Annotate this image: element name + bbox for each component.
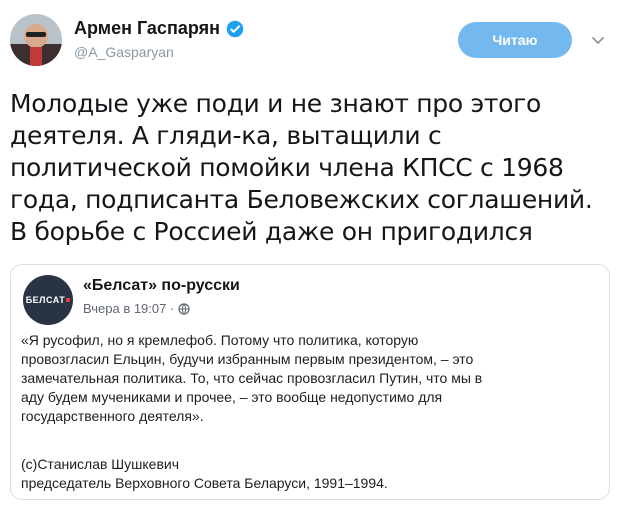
chevron-down-icon[interactable] (590, 32, 606, 48)
author-name-text: Армен Гаспарян (74, 18, 220, 38)
embed-signature-line: председатель Верховного Совета Беларуси,… (21, 475, 388, 491)
tweet-text-line: Молодые уже поди и не знают про этого (10, 89, 542, 118)
belsat-logo-text: БЕЛСАТ (25, 295, 66, 305)
embed-body-line: аду будем мучениками и прочее, – это воо… (21, 389, 443, 405)
embed-body-line: «Я русофил, но я кремлефоб. Потому что п… (21, 332, 419, 348)
tweet-text-line: политической помойки члена КПСС с 1968 (10, 153, 564, 182)
embed-signature: (c)Станислав Шушкевич председатель Верхо… (21, 455, 601, 493)
tweet-text-line: деятеля. А гляди-ка, вытащили с (10, 121, 442, 150)
tweet: Армен Гаспарян @A_Gasparyan Читаю Молоды… (0, 0, 634, 507)
belsat-logo[interactable]: БЕЛСАТ (23, 275, 73, 325)
tweet-text-line: В борьбе с Россией даже он пригодился (10, 217, 533, 246)
tweet-text-line: года, подписанта Беловежских соглашений. (10, 185, 593, 214)
globe-icon (178, 302, 190, 315)
user-avatar-icon (10, 14, 62, 66)
embed-page-name[interactable]: «Белсат» по-русски (83, 277, 240, 295)
embedded-post-card[interactable]: БЕЛСАТ «Белсат» по-русски Вчера в 19:07 … (10, 264, 610, 500)
embed-timestamp[interactable]: Вчера в 19:07 · (83, 301, 174, 316)
embed-meta: Вчера в 19:07 · (83, 301, 190, 316)
verified-badge-icon (226, 20, 244, 37)
following-button[interactable]: Читаю (458, 22, 572, 58)
embed-signature-line: (c)Станислав Шушкевич (21, 456, 179, 472)
tweet-text: Молодые уже поди и не знают про этого де… (10, 88, 620, 248)
author-avatar[interactable] (10, 14, 62, 66)
author-handle[interactable]: @A_Gasparyan (74, 44, 174, 60)
embed-body-line: замечательная политика. То, что сейчас п… (21, 370, 483, 386)
author-display-name[interactable]: Армен Гаспарян (74, 18, 244, 39)
embed-body: «Я русофил, но я кремлефоб. Потому что п… (21, 331, 601, 426)
logo-mark-icon (66, 298, 71, 302)
embed-body-line: государственного деятеля». (21, 408, 204, 424)
embed-body-line: провозгласил Ельцин, будучи избранным пе… (21, 351, 474, 367)
